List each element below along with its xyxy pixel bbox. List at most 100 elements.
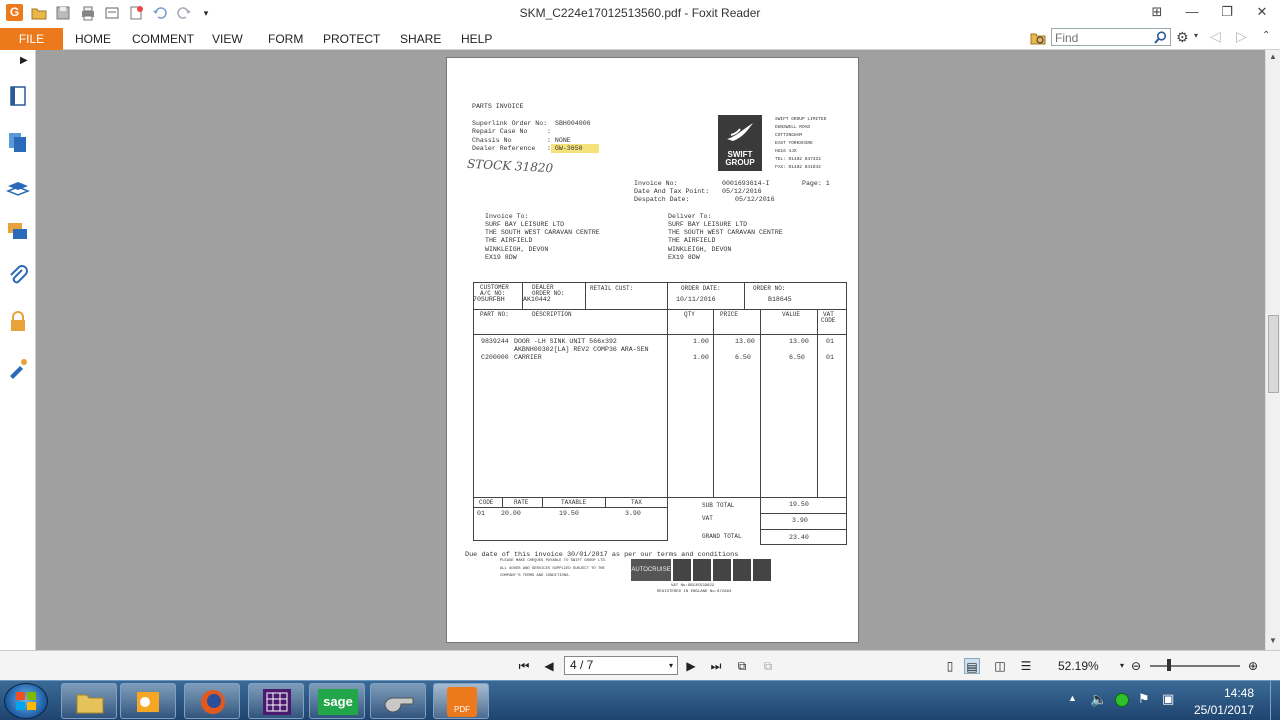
attachments-icon[interactable] xyxy=(6,264,30,288)
digital-signature-icon[interactable] xyxy=(6,356,30,380)
clock-date[interactable]: 25/01/2017 xyxy=(1194,703,1254,717)
footer-note-line: ALL GOODS AND SERVICES SUPPLIED SUBJECT … xyxy=(500,566,605,571)
continuous-page-icon[interactable]: ▤ xyxy=(964,658,980,674)
next-view-icon[interactable]: ⧉ xyxy=(760,658,776,674)
start-button[interactable] xyxy=(4,683,48,719)
close-button[interactable]: ✕ xyxy=(1251,3,1273,21)
tab-file[interactable]: FILE xyxy=(0,28,63,50)
taskbar-sage[interactable]: sage xyxy=(309,683,365,719)
scrollbar-thumb[interactable] xyxy=(1268,315,1279,393)
undo-icon[interactable] xyxy=(152,5,168,21)
show-hidden-icons[interactable]: ▲ xyxy=(1068,693,1077,703)
zoom-in-icon[interactable]: ⊕ xyxy=(1245,658,1261,674)
print-icon[interactable] xyxy=(80,5,96,21)
status-green-icon[interactable] xyxy=(1115,693,1129,707)
customer-value: 70SURFBH xyxy=(473,296,505,303)
tab-help[interactable]: HELP xyxy=(461,32,492,46)
customize-toolbar-dropdown[interactable]: ▾ xyxy=(198,5,214,21)
properties-icon[interactable] xyxy=(104,5,120,21)
line-description-2: AKBNH00302[LA] REV2 COMP36 ARA-SEN xyxy=(514,346,649,353)
action-center-flag-icon[interactable]: ⚑ xyxy=(1138,691,1150,707)
ribbon-toggle-icon[interactable]: ⊞ xyxy=(1146,3,1168,21)
continuous-facing-icon[interactable]: ☰ xyxy=(1018,658,1034,674)
table-divider xyxy=(744,282,745,310)
zoom-out-icon[interactable]: ⊖ xyxy=(1128,658,1144,674)
zoom-level[interactable]: 52.19% xyxy=(1058,659,1099,673)
collapse-ribbon-icon[interactable]: ⌃ xyxy=(1262,30,1270,41)
foxit-app-icon[interactable]: G xyxy=(6,4,23,21)
company-address-line: SWIFT GROUP LIMITED xyxy=(775,117,827,122)
first-page-icon[interactable]: ⏮ xyxy=(516,658,532,674)
network-icon[interactable]: ▣ xyxy=(1162,691,1174,707)
single-page-icon[interactable]: ▯ xyxy=(942,658,958,674)
show-desktop-button[interactable] xyxy=(1270,681,1280,720)
security-lock-icon[interactable] xyxy=(6,310,30,334)
restore-button[interactable]: ❐ xyxy=(1216,3,1238,21)
previous-page-icon[interactable]: ◀ xyxy=(541,658,557,674)
line-price: 6.50 xyxy=(735,354,751,361)
layers-icon[interactable] xyxy=(6,176,30,200)
pdf-page: PARTS INVOICE Superlink Order No: SBH004… xyxy=(446,57,859,643)
clock-time[interactable]: 14:48 xyxy=(1224,686,1254,700)
previous-view-icon[interactable]: ⧉ xyxy=(734,658,750,674)
previous-result-icon[interactable]: ◁ xyxy=(1210,28,1221,45)
save-icon[interactable] xyxy=(55,5,71,21)
brand-logo xyxy=(673,559,691,581)
tab-protect[interactable]: PROTECT xyxy=(323,32,380,46)
invoice-to-line: THE SOUTH WEST CARAVAN CENTRE xyxy=(485,229,600,237)
taskbar-outlook[interactable] xyxy=(120,683,176,719)
tab-home[interactable]: HOME xyxy=(75,32,111,46)
vertical-scrollbar[interactable]: ▲ ▼ xyxy=(1265,50,1280,650)
tab-view[interactable]: VIEW xyxy=(212,32,243,46)
settings-dropdown-icon[interactable]: ▾ xyxy=(1194,31,1198,40)
find-folder-icon[interactable] xyxy=(1030,30,1046,46)
scroll-down-icon[interactable]: ▼ xyxy=(1269,636,1277,645)
page-number-selector[interactable]: 4 / 7 ▾ xyxy=(564,656,678,675)
zoom-slider-handle[interactable] xyxy=(1167,659,1171,671)
vat-total-label: VAT xyxy=(702,515,713,522)
next-page-icon[interactable]: ▶ xyxy=(683,658,699,674)
tab-share[interactable]: SHARE xyxy=(400,32,441,46)
page-thumbnails-icon[interactable] xyxy=(6,84,30,108)
volume-muted-icon[interactable]: 🔈 xyxy=(1090,691,1107,708)
taskbar-grid-app[interactable] xyxy=(248,683,304,719)
facing-pages-icon[interactable]: ◫ xyxy=(992,658,1008,674)
search-icon[interactable] xyxy=(1154,31,1167,44)
tab-comment[interactable]: COMMENT xyxy=(132,32,194,46)
zoom-slider[interactable] xyxy=(1150,665,1240,667)
company-address-line: EAST YORKSHIRE xyxy=(775,141,813,146)
autocruise-logo: AUTOCRUISE xyxy=(631,559,671,581)
document-view[interactable]: PARTS INVOICE Superlink Order No: SBH004… xyxy=(36,50,1265,650)
settings-gear-icon[interactable]: ⚙ xyxy=(1176,29,1189,46)
line-part-no: 9839244 xyxy=(481,338,509,345)
pages-icon[interactable] xyxy=(6,130,30,154)
comments-icon[interactable] xyxy=(6,220,30,244)
dealer-order-value: AK10442 xyxy=(523,296,551,303)
find-input[interactable] xyxy=(1055,30,1150,45)
taskbar-file-explorer[interactable] xyxy=(61,683,117,719)
deliver-to-line: WINKLEIGH, DEVON xyxy=(668,245,732,253)
sage-icon: sage xyxy=(318,689,358,715)
taskbar-whistle-app[interactable] xyxy=(370,683,426,719)
brand-logo xyxy=(713,559,731,581)
redo-icon[interactable] xyxy=(176,5,192,21)
invoice-to-line: SURF BAY LEISURE LTD xyxy=(485,221,565,228)
taskbar-foxit[interactable]: PDF xyxy=(433,683,489,719)
col-price: PRICE xyxy=(720,311,739,318)
scroll-up-icon[interactable]: ▲ xyxy=(1269,52,1277,61)
deliver-to-line: EX19 8DW xyxy=(668,253,700,261)
next-result-icon[interactable]: ▷ xyxy=(1236,28,1247,45)
find-field[interactable] xyxy=(1051,28,1171,46)
brand-logo xyxy=(693,559,711,581)
open-folder-icon[interactable] xyxy=(31,5,47,21)
grand-total-label: GRAND TOTAL xyxy=(702,533,742,540)
order-date-label: ORDER DATE: xyxy=(681,285,721,292)
taskbar-firefox[interactable] xyxy=(184,683,240,719)
last-page-icon[interactable]: ⏭ xyxy=(708,658,724,674)
line-qty: 1.00 xyxy=(693,338,709,345)
tab-form[interactable]: FORM xyxy=(268,32,303,46)
new-document-icon[interactable] xyxy=(128,5,144,21)
minimize-button[interactable]: — xyxy=(1181,3,1203,21)
table-divider xyxy=(817,309,818,498)
expand-panel-icon[interactable]: ▶ xyxy=(20,55,28,66)
